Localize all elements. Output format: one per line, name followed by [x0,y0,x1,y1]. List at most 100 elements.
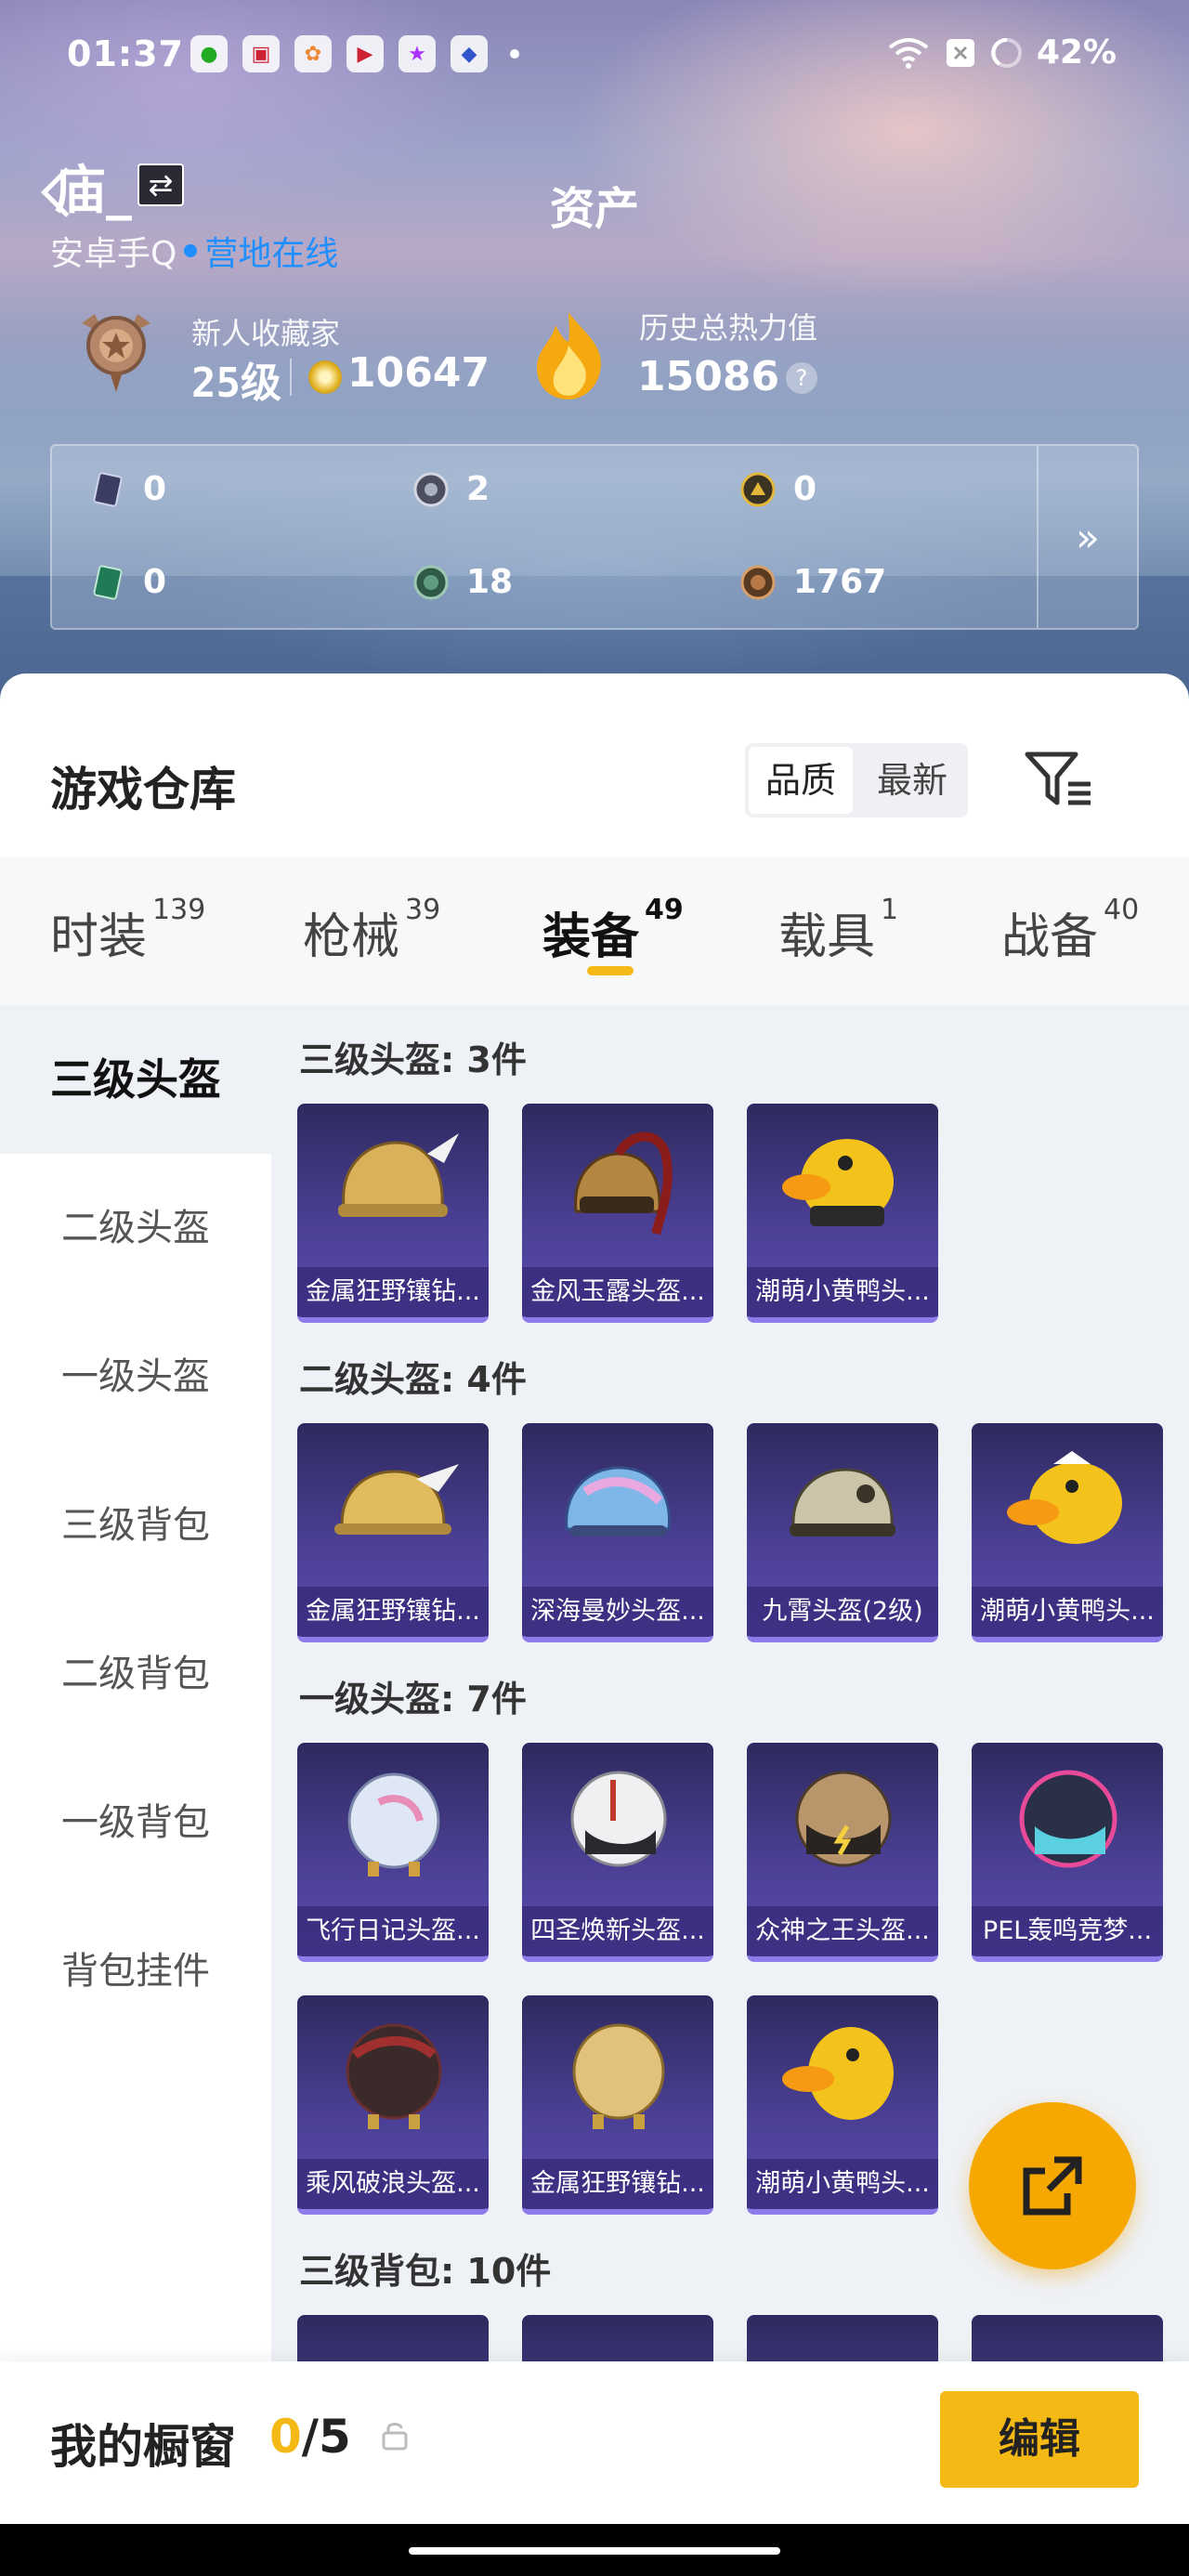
item-card[interactable]: 深海曼妙头盔... [522,1423,713,1642]
nav-item-level3-backpack[interactable]: 三级背包 [0,1451,271,1600]
item-card-partial[interactable] [297,2315,489,2361]
assets-more-button[interactable]: » [1037,446,1137,628]
tab-count: 139 [152,894,206,926]
heat-title: 历史总热力值 [639,310,818,346]
item-card[interactable]: 金风玉露头盔... [522,1104,713,1323]
filter-icon[interactable] [1022,749,1094,808]
tab-fashion[interactable]: 时装 139 [50,894,206,967]
tab-count: 1 [881,894,899,926]
nav-item-level2-helmet[interactable]: 二级头盔 [0,1154,271,1302]
nav-item-level1-backpack[interactable]: 一级背包 [0,1748,271,1897]
white-helmet-icon [570,1771,667,1867]
sort-quality-button[interactable]: 品质 [749,747,853,814]
nav-item-level2-backpack[interactable]: 二级背包 [0,1600,271,1748]
bronze-token-icon [740,565,776,599]
showcase-bar: 我的橱窗 0/5 编辑 [0,2361,1189,2524]
item-card[interactable]: PEL轰鸣竞梦... [972,1743,1163,1962]
item-card[interactable]: 金属狂野镶钻... [297,1104,489,1323]
item-card[interactable]: 乘风破浪头盔... [297,1995,489,2215]
item-name: 金风玉露头盔... [522,1267,713,1317]
coin-icon [308,360,342,394]
battery-percent: 42% [1036,33,1117,72]
showcase-total: /5 [301,2410,351,2464]
notification-icons: ● ▣ ✿ ▶ ★ ◆ [190,35,519,72]
rank-level: 25级 [191,360,281,407]
item-card[interactable]: 潮萌小黄鸭头... [747,1995,938,2215]
tab-count: 40 [1104,894,1140,926]
thunder-helmet-icon [795,1771,892,1867]
status-bar: 01:37 ● ▣ ✿ ▶ ★ ◆ 42% [0,0,1189,111]
sort-latest-button[interactable]: 最新 [860,747,964,814]
item-name: 众神之王头盔... [747,1906,938,1956]
wechat-icon: ● [190,35,228,72]
tab-label: 枪械 [303,909,400,965]
flame-icon [537,312,601,399]
nav-item-level3-helmet[interactable]: 三级头盔 [0,1005,271,1154]
rank-title: 新人收藏家 [191,316,341,351]
stat-divider [290,359,292,396]
item-card-partial[interactable] [522,2315,713,2361]
asset-value: 0 [793,470,817,508]
category-tabs: 时装 139 枪械 39 装备 49 载具 1 战备 40 [0,856,1189,1005]
duck-helmet-icon [1007,1451,1122,1544]
duck-helmet-icon [782,2027,894,2120]
item-card-partial[interactable] [747,2315,938,2361]
flight-helmet-icon [347,1772,440,1876]
asset-item: 0 [89,470,166,508]
item-card[interactable]: 九霄头盔(2级) [747,1423,938,1642]
photo-app-icon: ▣ [242,35,280,72]
share-icon [1023,2156,1082,2216]
ocean-helmet-icon [565,1466,671,1536]
gallery-icon: ✿ [294,35,332,72]
item-card[interactable]: 四圣焕新头盔... [522,1743,713,1962]
asset-item: 2 [412,470,490,508]
collector-medal-icon [82,314,150,392]
subcategory-nav: 三级头盔 二级头盔 一级头盔 三级背包 二级背包 一级背包 背包挂件 [0,1005,271,2361]
asset-item: 0 [739,470,817,508]
tab-vehicles[interactable]: 载具 1 [778,894,899,967]
item-card[interactable]: 金属狂野镶钻... [297,1423,489,1642]
asset-item: 1767 [739,563,886,601]
item-name: 金属狂野镶钻... [522,2159,713,2209]
heat-value: 15086 [637,353,780,400]
item-card[interactable]: 飞行日记头盔... [297,1743,489,1962]
share-button[interactable] [969,2102,1136,2269]
section-title: 一级头盔: 7件 [299,1679,527,1720]
asset-summary-panel[interactable]: 0 2 0 0 18 1767 » [50,444,1139,630]
duck-helmet-icon [782,1139,894,1226]
item-name: PEL轰鸣竞梦... [972,1906,1163,1956]
platform-status: 安卓手Q 营地在线 [50,227,338,275]
edit-button[interactable]: 编辑 [940,2391,1139,2488]
item-name: 潮萌小黄鸭头... [972,1587,1163,1637]
item-card[interactable]: 金属狂野镶钻... [522,1995,713,2215]
section-title: 三级背包: 10件 [299,2251,552,2292]
gold-helmet-icon [334,1464,459,1535]
status-right: 42% [886,33,1117,72]
tab-weapons[interactable]: 枪械 39 [303,894,441,967]
sort-toggle: 品质 最新 [745,743,968,817]
showcase-current: 0 [269,2410,302,2464]
asset-value: 2 [466,470,490,508]
tab-equipment[interactable]: 装备 49 [542,894,684,967]
item-name: 九霄头盔(2级) [747,1587,938,1637]
tab-supplies[interactable]: 战备 40 [1001,894,1140,967]
item-card-partial[interactable] [972,2315,1163,2361]
online-dot [184,244,198,257]
item-card[interactable]: 众神之王头盔... [747,1743,938,1962]
item-name: 深海曼妙头盔... [522,1587,713,1637]
asset-value: 18 [466,563,514,601]
wifi-icon [888,37,929,69]
nav-item-backpack-charm[interactable]: 背包挂件 [0,1897,271,2046]
gold-helmet-icon [338,1133,459,1217]
tab-label: 时装 [50,909,148,965]
item-card[interactable]: 潮萌小黄鸭头... [747,1104,938,1323]
item-card[interactable]: 潮萌小黄鸭头... [972,1423,1163,1642]
help-icon[interactable]: ? [786,362,817,394]
tab-count: 39 [405,894,441,926]
nav-item-level1-helmet[interactable]: 一级头盔 [0,1302,271,1451]
asset-item: 0 [89,563,166,601]
home-indicator[interactable] [409,2547,780,2555]
gold-helmet-icon [572,2023,665,2129]
coin-value: 10647 [347,349,490,397]
item-name: 四圣焕新头盔... [522,1906,713,1956]
